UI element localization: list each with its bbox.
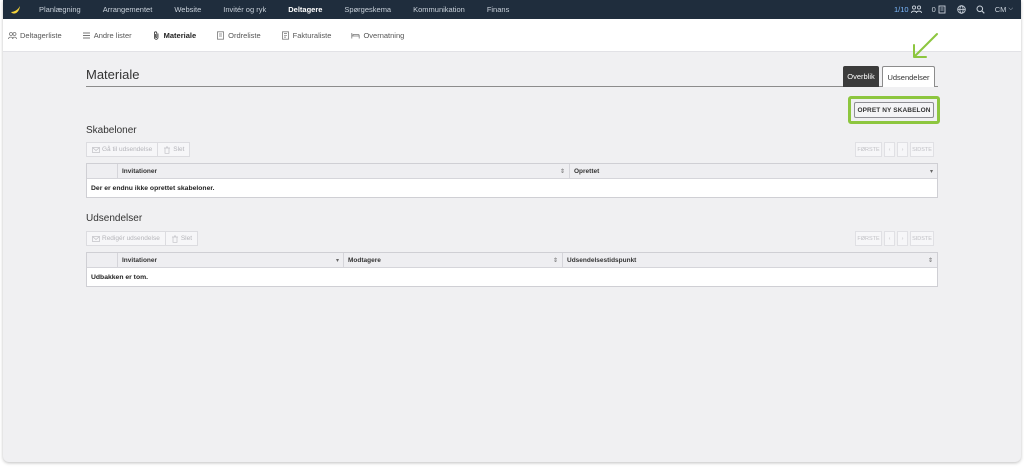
section-title-udsendelser: Udsendelser (86, 213, 143, 224)
trash-icon (171, 235, 178, 243)
udsendelser-table: Invitationer ▾ Modtagere ⇕ Udsendelsesti… (86, 252, 938, 287)
create-template-highlight: OPRET NY SKABELON (848, 96, 940, 124)
column-label: Modtagere (348, 256, 381, 264)
user-initials: CM (994, 5, 1007, 14)
nav-item-arrangementet[interactable]: Arrangementet (92, 5, 164, 14)
app-logo-icon[interactable] (9, 3, 22, 16)
sort-icon: ⇕ (552, 257, 558, 264)
column-header-invitationer[interactable]: Invitationer ⇕ (118, 164, 570, 178)
nav-item-finans[interactable]: Finans (476, 5, 521, 14)
pager-prev-button[interactable]: ‹ (884, 231, 895, 246)
user-menu[interactable]: CM ⌵ (995, 5, 1013, 14)
subnav-item-fakturaliste[interactable]: Fakturaliste (281, 30, 332, 40)
sort-desc-icon: ▾ (929, 168, 933, 175)
goto-send-label: Gå til udsendelse (102, 146, 153, 153)
delete-send-button[interactable]: Slet (164, 231, 199, 246)
skabeloner-table: Invitationer ⇕ Oprettet ▾ Der er endnu i… (86, 163, 938, 198)
edit-send-label: Redigér udsendelse (102, 235, 160, 242)
subnav-label: Deltagerliste (20, 30, 62, 40)
participant-count: 1/10 (893, 5, 909, 14)
annotation-arrow-icon (913, 33, 938, 58)
column-label: Invitationer (122, 256, 158, 264)
app-window: Planlægning Arrangementet Website Invité… (3, 0, 1021, 462)
nav-item-deltagere[interactable]: Deltagere (277, 5, 333, 14)
column-header-invitationer[interactable]: Invitationer ▾ (118, 253, 344, 267)
skabeloner-toolbar: Gå til udsendelse Slet (86, 142, 191, 157)
subnav-item-overnatning[interactable]: Overnatning (351, 31, 404, 40)
pager-first-button[interactable]: FØRSTE (855, 231, 882, 246)
pager-prev-button[interactable]: ‹ (884, 142, 895, 157)
envelope-icon (92, 146, 100, 153)
receipt-icon (217, 30, 225, 40)
skabeloner-pager: FØRSTE ‹ › SIDSTE (855, 142, 934, 157)
bed-icon (351, 32, 361, 38)
subnav-label: Fakturaliste (292, 30, 332, 40)
edit-send-button[interactable]: Redigér udsendelse (86, 231, 166, 246)
udsendelser-pager: FØRSTE ‹ › SIDSTE (855, 231, 934, 246)
pager-last-button[interactable]: SIDSTE (910, 142, 934, 157)
empty-message: Der er endnu ikke oprettet skabeloner. (91, 184, 215, 192)
nav-item-sporgeskema[interactable]: Spørgeskema (333, 5, 402, 14)
top-navigation: Planlægning Arrangementet Website Invité… (3, 0, 1021, 19)
page-title: Materiale (86, 67, 140, 82)
sort-desc-icon: ▾ (335, 257, 339, 264)
subnav-label: Andre lister (93, 30, 132, 40)
paperclip-icon (153, 30, 159, 40)
globe-icon[interactable] (957, 5, 966, 14)
people-icon (910, 5, 922, 14)
subnav-item-materiale[interactable]: Materiale (152, 30, 197, 40)
nav-item-kommunikation[interactable]: Kommunikation (402, 5, 476, 14)
column-label: Invitationer (122, 167, 158, 175)
delete-label: Slet (173, 146, 185, 153)
select-column-header[interactable] (87, 253, 118, 267)
envelope-icon (92, 235, 100, 242)
pager-first-button[interactable]: FØRSTE (855, 142, 882, 157)
table-header: Invitationer ⇕ Oprettet ▾ (87, 164, 937, 179)
tab-udsendelser[interactable]: Udsendelser (882, 66, 935, 87)
nav-item-website[interactable]: Website (163, 5, 212, 14)
nav-item-inviter[interactable]: Invitér og ryk (212, 5, 277, 14)
select-column-header[interactable] (87, 164, 118, 178)
goto-send-button[interactable]: Gå til udsendelse (86, 142, 159, 157)
sort-icon: ⇕ (927, 257, 933, 264)
people-icon (8, 31, 17, 39)
column-label: Udsendelsestidspunkt (567, 256, 637, 264)
list-check-icon (938, 5, 946, 14)
pager-next-button[interactable]: › (897, 231, 908, 246)
chevron-down-icon: ⌵ (1008, 6, 1013, 12)
subnav-item-deltagerliste[interactable]: Deltagerliste (8, 31, 62, 40)
delete-template-button[interactable]: Slet (157, 142, 191, 157)
subnav-label: Overnatning (363, 30, 405, 40)
participant-counter[interactable]: 1/10 (894, 5, 922, 14)
subnav-item-andre-lister[interactable]: Andre lister (82, 31, 132, 40)
delete-label: Slet (180, 235, 193, 242)
section-title-skabeloner: Skabeloner (86, 125, 137, 136)
top-nav-right: 1/10 0 CM ⌵ (894, 0, 1021, 19)
column-header-modtagere[interactable]: Modtagere ⇕ (344, 253, 563, 267)
sub-navigation: Deltagerliste Andre lister Materiale Ord… (3, 19, 1021, 52)
column-header-oprettet[interactable]: Oprettet ▾ (570, 164, 937, 178)
list-icon (82, 32, 90, 38)
search-icon[interactable] (976, 5, 985, 14)
sort-icon: ⇕ (559, 168, 565, 175)
invoice-icon (281, 30, 289, 40)
task-count: 0 (931, 5, 936, 14)
trash-icon (164, 146, 171, 154)
tab-overblik[interactable]: Overblik (843, 66, 879, 87)
empty-message: Udbakken er tom. (91, 273, 149, 281)
subnav-item-ordreliste[interactable]: Ordreliste (216, 31, 261, 40)
column-header-udsendelsestidspunkt[interactable]: Udsendelsestidspunkt ⇕ (563, 253, 937, 267)
create-template-button[interactable]: OPRET NY SKABELON (854, 102, 934, 118)
title-divider (86, 86, 938, 87)
table-header: Invitationer ▾ Modtagere ⇕ Udsendelsesti… (87, 253, 937, 268)
column-label: Oprettet (574, 167, 600, 175)
pager-next-button[interactable]: › (897, 142, 908, 157)
subnav-label: Materiale (163, 30, 197, 40)
subnav-label: Ordreliste (228, 30, 261, 40)
udsendelser-toolbar: Redigér udsendelse Slet (86, 231, 199, 246)
task-counter[interactable]: 0 (932, 5, 947, 14)
pager-last-button[interactable]: SIDSTE (910, 231, 934, 246)
nav-item-planlaegning[interactable]: Planlægning (28, 5, 92, 14)
